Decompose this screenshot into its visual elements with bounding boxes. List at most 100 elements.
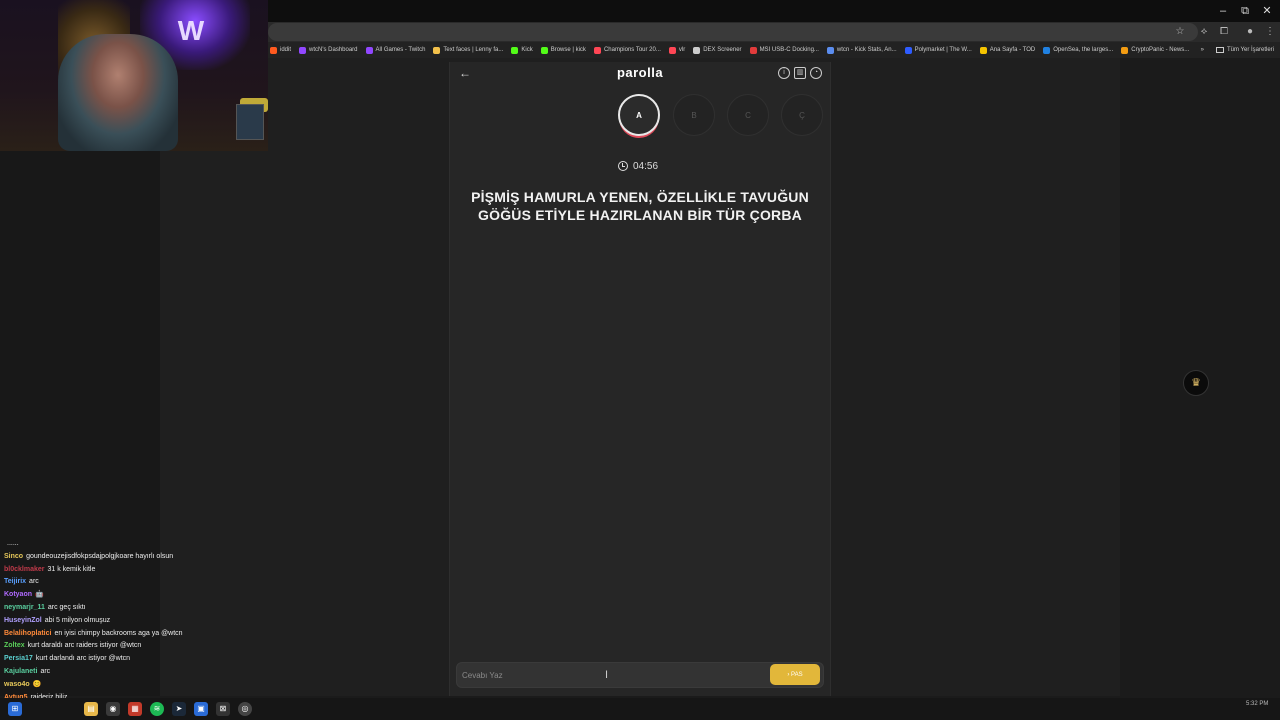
start-icon[interactable]: ⊞	[8, 702, 22, 716]
bookmark-item[interactable]: Ana Sayfa - TOD	[979, 46, 1036, 54]
bookmark-item[interactable]: Champions Tour 20...	[593, 46, 661, 54]
chat-text: ......	[7, 540, 19, 547]
more-bookmarks-icon[interactable]: »	[1201, 47, 1204, 53]
bookmark-favicon-icon	[365, 46, 373, 54]
screen: – ⧉ ✕ ☆ ⟡ ⧠ ● ⋮ iddit wtcN's Dashboard All…	[0, 0, 1280, 720]
webcam-monitor	[236, 104, 264, 140]
webcam-streamer	[58, 34, 178, 151]
bookmark-item[interactable]: DEX Screener	[693, 46, 742, 54]
timer-value: 04:56	[633, 160, 659, 172]
bookmark-label: iddit	[280, 47, 292, 53]
bookmark-favicon-icon	[979, 46, 987, 54]
bookmark-favicon-icon	[270, 46, 277, 54]
chat-message: ......	[4, 538, 234, 551]
chat-username[interactable]: HuseyinZol	[4, 617, 42, 624]
menu-dots-icon[interactable]: ⋮	[1262, 24, 1278, 40]
bookmark-item[interactable]: Kick	[511, 46, 533, 54]
steam-icon[interactable]: ➤	[172, 702, 186, 716]
bookmark-item[interactable]: CryptoPanic - News...	[1121, 46, 1189, 54]
chat-message: neymarjr_11 arc geç sıktı	[4, 602, 234, 615]
app-window-icon[interactable]: ▣	[194, 702, 208, 716]
folder-icon	[1215, 47, 1224, 53]
bookmark-label: Browse | kick	[550, 47, 586, 53]
bookmark-item[interactable]: All Games - Twitch	[365, 46, 425, 54]
extension-icon[interactable]: ⟡	[1196, 24, 1212, 40]
bookmark-item[interactable]: MSI USB-C Docking...	[749, 46, 819, 54]
bookmark-star-icon[interactable]: ☆	[1172, 24, 1188, 40]
letter-circle-4: Ç	[781, 94, 823, 136]
chat-username[interactable]: Sinco	[4, 553, 23, 560]
chat-username[interactable]: Kotyaon	[4, 591, 32, 598]
chat-message: Zoltex kurt daraldı arc raiders istiyor @…	[4, 640, 234, 653]
bookmark-favicon-icon	[749, 46, 757, 54]
profile-icon[interactable]: ◔	[810, 67, 822, 79]
chat-message: HuseyinZol abi 5 milyon olmuşuz	[4, 615, 234, 628]
app-icon[interactable]: ▦	[128, 702, 142, 716]
chat-username[interactable]: bl0cklmaker	[4, 566, 44, 573]
minimize-icon[interactable]: –	[1212, 3, 1234, 19]
chat-message: Kajulaneti arc	[4, 666, 234, 679]
profile-avatar-icon[interactable]: ●	[1242, 24, 1258, 40]
bookmark-favicon-icon	[540, 46, 548, 54]
bookmark-label: wtcn - Kick Stats, An...	[836, 47, 897, 53]
chat-username[interactable]: Zoltex	[4, 642, 25, 649]
chat-text: en iyisi chimpy backrooms aga ya @wtcn	[54, 629, 183, 637]
chat-username[interactable]: Belalihoplatici	[4, 630, 51, 637]
clock-icon	[618, 161, 628, 171]
spotify-icon[interactable]: ≋	[150, 702, 164, 716]
bookmark-favicon-icon	[693, 46, 701, 54]
bookmark-favicon-icon	[826, 46, 834, 54]
chat-text: kurt daraldı arc raiders istiyor @wtcn	[27, 642, 142, 650]
close-icon[interactable]: ✕	[1256, 3, 1278, 19]
file-explorer-icon[interactable]: ▤	[84, 702, 98, 716]
chrome-icon[interactable]: ◉	[106, 702, 120, 716]
bookmark-item[interactable]: wtcn - Kick Stats, An...	[826, 46, 897, 54]
taskbar-clock: 5:32 PM	[1246, 701, 1269, 707]
app-close-icon[interactable]: ⊠	[216, 702, 230, 716]
chat-username[interactable]: waso4o	[4, 681, 30, 688]
stats-icon[interactable]: ▥	[794, 67, 806, 79]
bookmark-item[interactable]: Text faces | Lenny fa...	[433, 46, 503, 54]
bookmark-item[interactable]: wtcN's Dashboard	[299, 46, 358, 54]
puzzle-icon[interactable]: ⧠	[1216, 24, 1232, 40]
all-bookmarks-link[interactable]: Tüm Yer İşaretleri	[1227, 47, 1274, 53]
chat-message: Teijirix arc	[4, 576, 234, 589]
obs-icon[interactable]: ◎	[238, 702, 252, 716]
timer: 04:56	[618, 159, 678, 173]
chat-username[interactable]: neymarjr_11	[4, 604, 45, 611]
letter-circle-3: C	[727, 94, 769, 136]
question-text: PİŞMİŞ HAMURLA YENEN, ÖZELLİKLE TAVUĞUN …	[471, 189, 809, 223]
address-bar[interactable]	[268, 23, 1198, 41]
back-arrow-icon[interactable]: ←	[458, 66, 472, 80]
bookmark-favicon-icon	[1121, 46, 1129, 54]
chat-text: arc geç sıktı	[47, 603, 86, 611]
chat-text: 31 k kemik kitle	[47, 565, 96, 573]
bookmark-favicon-icon	[668, 46, 676, 54]
info-icon[interactable]: i	[778, 67, 790, 79]
bookmark-favicon-icon	[593, 46, 601, 54]
chat-message: Sinco goundeouzejisdfokpsdajpolgjkoare ha…	[4, 551, 234, 564]
bookmark-label: Champions Tour 20...	[603, 47, 661, 53]
bookmark-item[interactable]: iddit	[270, 46, 292, 54]
letter-circle-2: B	[673, 94, 715, 136]
bookmark-label: Ana Sayfa - TOD	[989, 47, 1036, 53]
bookmark-favicon-icon	[511, 46, 519, 54]
chat-username[interactable]: Kajulaneti	[4, 668, 37, 675]
chat-message: Belalihoplatici en iyisi chimpy backrooms…	[4, 628, 234, 641]
chat-text: arc	[40, 667, 51, 675]
maximize-icon[interactable]: ⧉	[1234, 3, 1256, 19]
bookmark-item[interactable]: vlr	[668, 46, 685, 54]
bookmark-label: OpenSea, the larges...	[1053, 47, 1114, 53]
chat-username[interactable]: Persia17	[4, 655, 33, 662]
bookmark-label: DEX Screener	[703, 47, 742, 53]
chat-username[interactable]: Teijirix	[4, 578, 26, 585]
bookmark-item[interactable]: Polymarket | The W...	[904, 46, 972, 54]
pass-button[interactable]: › PAS	[770, 664, 820, 685]
bookmark-item[interactable]: Browse | kick	[540, 46, 586, 54]
floating-widget-icon[interactable]: ♛	[1183, 370, 1209, 396]
letter-circle-1: A	[618, 94, 660, 136]
bookmark-favicon-icon	[433, 46, 441, 54]
text-cursor-icon: I	[605, 669, 609, 681]
bookmark-label: MSI USB-C Docking...	[759, 47, 819, 53]
bookmark-item[interactable]: OpenSea, the larges...	[1043, 46, 1114, 54]
